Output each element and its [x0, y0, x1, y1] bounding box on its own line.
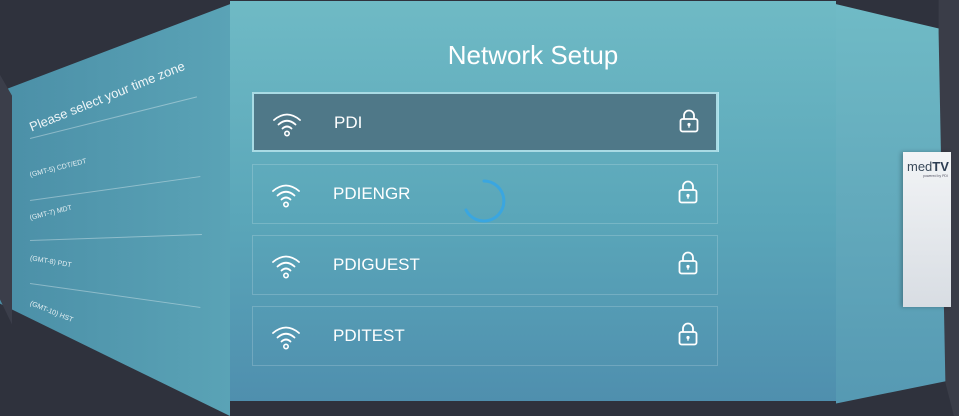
- network-item-pdi[interactable]: PDI: [252, 92, 718, 152]
- network-name: PDITEST: [333, 326, 405, 345]
- lock-icon: [679, 109, 699, 133]
- network-name: PDI: [334, 113, 363, 132]
- lock-icon: [678, 251, 698, 275]
- network-item-pditest[interactable]: PDITEST: [252, 306, 718, 366]
- medtv-logo: medTV: [907, 159, 949, 174]
- wifi-icon: [272, 326, 300, 350]
- wifi-icon: [272, 184, 300, 208]
- lock-icon: [678, 322, 698, 346]
- timezone-panel: [0, 4, 230, 416]
- network-name: PDIENGR: [333, 184, 411, 203]
- network-name: PDIGUEST: [333, 255, 420, 274]
- left-panel-edge: [0, 74, 12, 325]
- medtv-logo-card: medTV powered by PDI: [903, 152, 951, 307]
- lock-icon: [678, 180, 698, 204]
- medtv-sublabel: powered by PDI: [923, 174, 948, 178]
- wifi-icon: [272, 255, 300, 279]
- spinner-icon: [464, 179, 506, 223]
- wifi-icon: [273, 113, 301, 137]
- network-item-pdiguest[interactable]: PDIGUEST: [252, 235, 718, 295]
- page-title: Network Setup: [447, 40, 619, 70]
